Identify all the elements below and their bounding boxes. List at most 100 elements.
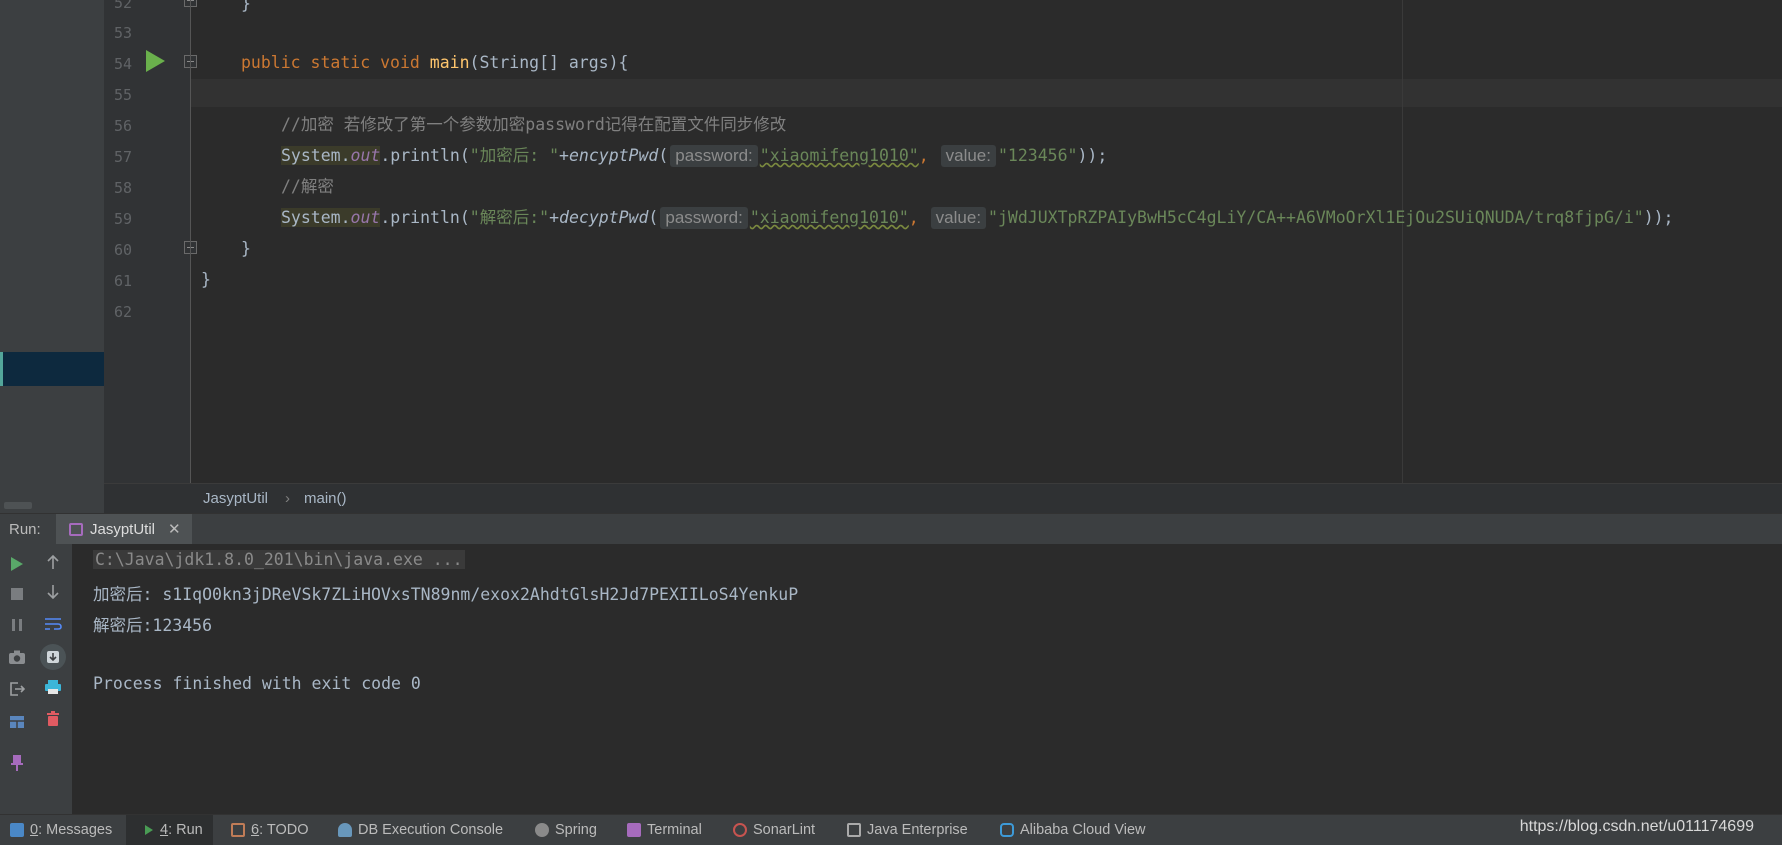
- sonarlint-icon: [733, 823, 747, 837]
- todo-text: : TODO: [259, 822, 309, 838]
- java-enterprise-text: Java Enterprise: [867, 822, 968, 838]
- messages-key: 0: [30, 822, 39, 838]
- layout-icon[interactable]: [5, 710, 29, 734]
- string-literal: "解密后:": [469, 208, 550, 227]
- code-line-54: public static void main(String[] args){: [241, 52, 628, 74]
- editor-gutter[interactable]: 52 53 54 55 56 57 58 59 60 61 62: [104, 0, 197, 483]
- run-tool-window-header: Run: JasyptUtil ✕: [0, 513, 1782, 544]
- string-literal: "xiaomifeng1010": [749, 208, 909, 227]
- gutter-divider: [190, 0, 191, 483]
- run-text: : Run: [168, 822, 203, 838]
- line-number: 54: [113, 55, 132, 73]
- comma: ,: [918, 146, 939, 165]
- tool-window-terminal[interactable]: Terminal: [627, 815, 702, 845]
- paren-open: (: [658, 146, 669, 165]
- run-main-gutter-icon[interactable]: [146, 50, 165, 72]
- spring-icon: [535, 823, 549, 837]
- method-name-main: main: [429, 53, 470, 72]
- string-literal: "jWdJUXTpRZPAIyBwH5cC4gLiY/CA++A6VMoOrXl…: [988, 208, 1644, 227]
- class-system: System.: [281, 208, 351, 227]
- tool-window-run[interactable]: 4: Run: [126, 815, 213, 845]
- db-console-text: DB Execution Console: [358, 822, 504, 838]
- todo-label: 6: TODO: [251, 822, 309, 838]
- tool-window-messages[interactable]: 0: Messages: [10, 815, 112, 845]
- console-command-line[interactable]: C:\Java\jdk1.8.0_201\bin\java.exe ...: [93, 550, 465, 569]
- exit-icon[interactable]: [5, 677, 29, 701]
- project-tree-selected-row[interactable]: [0, 352, 104, 386]
- tool-window-todo[interactable]: 6: TODO: [231, 815, 309, 845]
- line-number: 52: [113, 0, 132, 12]
- run-tab-jasyptutil[interactable]: JasyptUtil ✕: [56, 514, 192, 544]
- run-toolbar: [0, 544, 72, 814]
- plus-operator: +: [549, 208, 560, 227]
- line-number: 58: [113, 179, 132, 197]
- tool-window-spring[interactable]: Spring: [535, 815, 597, 845]
- param-hint-value: value:: [940, 145, 996, 167]
- line-number: 53: [113, 24, 132, 42]
- todo-key: 6: [251, 822, 260, 838]
- close-icon[interactable]: ✕: [168, 520, 181, 538]
- method-signature: (String[] args){: [469, 53, 629, 72]
- tool-window-java-enterprise[interactable]: Java Enterprise: [847, 815, 968, 845]
- run-tab-label: JasyptUtil: [90, 521, 156, 538]
- java-enterprise-icon: [847, 823, 861, 837]
- keyword-public: public: [241, 53, 301, 72]
- keyword-static: static: [310, 53, 371, 72]
- console-line: Process finished with exit code 0: [93, 674, 421, 693]
- comma: ,: [908, 208, 929, 227]
- rerun-icon[interactable]: [5, 552, 29, 576]
- panel-resize-grip[interactable]: [4, 502, 32, 509]
- tool-window-alibaba-cloud-view[interactable]: Alibaba Cloud View: [1000, 815, 1145, 845]
- pause-icon[interactable]: [5, 613, 29, 637]
- line-number: 55: [113, 86, 132, 104]
- camera-icon[interactable]: [5, 645, 29, 669]
- tool-window-db-execution-console[interactable]: DB Execution Console: [338, 815, 503, 845]
- println-call: .println(: [380, 208, 470, 227]
- param-hint-password: password:: [660, 207, 748, 229]
- alibaba-cloud-text: Alibaba Cloud View: [1020, 822, 1146, 838]
- line-number: 56: [113, 117, 132, 135]
- plus-operator: +: [559, 146, 569, 165]
- console-line: 加密后: s1IqO0kn3jDReVSk7ZLiHOVxsTN89nm/exo…: [93, 585, 799, 604]
- string-literal: "xiaomifeng1010": [759, 146, 919, 165]
- run-icon: [145, 825, 153, 835]
- breadcrumb-method[interactable]: main(): [304, 490, 347, 507]
- line-number: 62: [113, 303, 132, 321]
- pin-icon[interactable]: [5, 751, 29, 775]
- terminal-text: Terminal: [647, 822, 702, 838]
- run-label-wrap: 4: Run: [160, 822, 203, 838]
- trash-icon[interactable]: [41, 707, 65, 731]
- run-console[interactable]: C:\Java\jdk1.8.0_201\bin\java.exe ... 加密…: [72, 544, 1782, 814]
- tool-window-sonarlint[interactable]: SonarLint: [733, 815, 815, 845]
- right-margin-guide: [1402, 0, 1403, 483]
- terminal-icon: [627, 823, 641, 837]
- code-line-61: }: [201, 270, 211, 289]
- line-number: 59: [113, 210, 132, 228]
- console-line: 解密后:123456: [93, 616, 213, 635]
- code-line-60: }: [241, 239, 251, 258]
- todo-icon: [231, 823, 245, 837]
- blog-watermark: https://blog.csdn.net/u011174699: [1519, 818, 1754, 835]
- print-icon[interactable]: [41, 675, 65, 699]
- param-hint-value: value:: [930, 207, 987, 229]
- database-icon: [338, 823, 352, 837]
- messages-text: : Messages: [38, 822, 113, 838]
- code-editor[interactable]: 52 53 54 55 56 57 58 59 60 61 62 } publi…: [104, 0, 1782, 483]
- static-field-out: out: [350, 208, 381, 227]
- scroll-to-end-icon[interactable]: [40, 644, 66, 670]
- breadcrumb-class[interactable]: JasyptUtil: [203, 490, 268, 507]
- breadcrumb: JasyptUtil › main(): [104, 483, 1782, 513]
- string-literal: "加密后: ": [469, 146, 560, 165]
- soft-wrap-icon[interactable]: [41, 612, 65, 636]
- scroll-down-icon[interactable]: [41, 580, 65, 604]
- messages-icon: [10, 823, 24, 837]
- line-number: 61: [113, 272, 132, 290]
- param-hint-password: password:: [670, 145, 758, 167]
- scroll-up-icon[interactable]: [41, 550, 65, 574]
- string-literal: "123456": [997, 146, 1078, 165]
- code-line-52: }: [241, 0, 251, 13]
- method-call-decyptPwd: decyptPwd: [559, 208, 649, 227]
- paren-close: ));: [1643, 208, 1674, 227]
- stop-icon[interactable]: [5, 582, 29, 606]
- println-call: .println(: [380, 146, 470, 165]
